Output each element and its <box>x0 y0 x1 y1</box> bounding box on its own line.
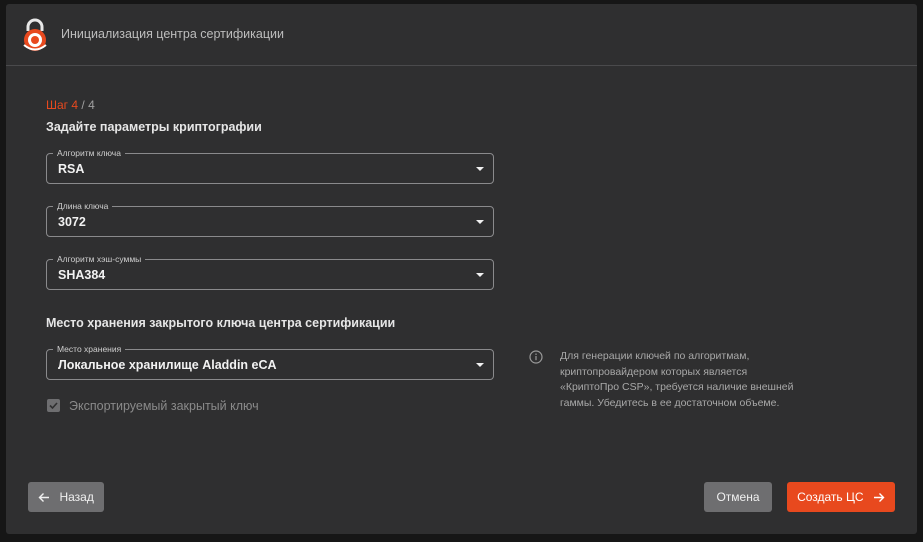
back-button-label: Назад <box>59 490 94 504</box>
dropdown-arrow-icon <box>476 363 484 367</box>
crypto-section-title: Задайте параметры криптографии <box>46 120 262 134</box>
dropdown-arrow-icon <box>476 273 484 277</box>
dropdown-arrow-icon <box>476 167 484 171</box>
checkmark-icon <box>49 402 58 410</box>
dropdown-arrow-icon <box>476 220 484 224</box>
create-ca-button[interactable]: Создать ЦС <box>787 482 895 512</box>
arrow-left-icon <box>38 493 50 502</box>
exportable-key-label: Экспортируемый закрытый ключ <box>69 399 259 413</box>
info-icon <box>529 350 543 364</box>
key-length-value: 3072 <box>58 215 86 229</box>
step-current: Шаг 4 <box>46 98 79 112</box>
cancel-button-label: Отмена <box>716 490 760 504</box>
dialog-header: Инициализация центра сертификации <box>6 4 917 66</box>
storage-location-legend: Место хранения <box>53 343 126 355</box>
dialog-title: Инициализация центра сертификации <box>61 27 284 41</box>
info-text: Для генерации ключей по алгоритмам, крип… <box>560 350 794 409</box>
cancel-button[interactable]: Отмена <box>704 482 772 512</box>
key-algorithm-select[interactable]: Алгоритм ключа RSA <box>46 147 494 184</box>
hash-algorithm-value: SHA384 <box>58 268 106 282</box>
key-algorithm-value: RSA <box>58 162 85 176</box>
arrow-right-icon <box>873 493 885 502</box>
storage-location-select[interactable]: Место хранения Локальное хранилище Aladd… <box>46 343 494 380</box>
exportable-key-checkbox[interactable] <box>47 399 60 412</box>
step-total: / 4 <box>81 98 95 112</box>
key-length-legend: Длина ключа <box>53 200 113 212</box>
lock-logo-icon <box>23 18 47 51</box>
key-length-select[interactable]: Длина ключа 3072 <box>46 200 494 237</box>
hash-algorithm-select[interactable]: Алгоритм хэш-суммы SHA384 <box>46 253 494 290</box>
dialog-window: Инициализация центра сертификации Шаг 4 … <box>6 4 917 534</box>
create-ca-button-label: Создать ЦС <box>797 490 864 504</box>
hash-algorithm-legend: Алгоритм хэш-суммы <box>53 253 146 265</box>
step-indicator: Шаг 4 / 4 <box>46 98 95 112</box>
key-algorithm-legend: Алгоритм ключа <box>53 147 125 159</box>
storage-location-value: Локальное хранилище Aladdin eCA <box>58 358 277 372</box>
storage-section-title: Место хранения закрытого ключа центра се… <box>46 316 396 330</box>
back-button[interactable]: Назад <box>28 482 104 512</box>
